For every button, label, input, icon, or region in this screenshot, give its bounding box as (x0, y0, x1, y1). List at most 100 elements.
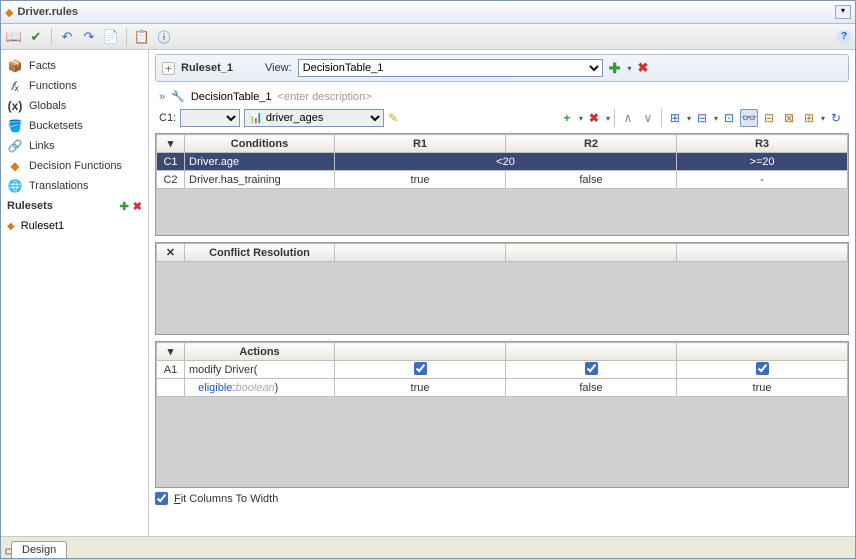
cond-val[interactable]: true (335, 171, 506, 189)
wrench-icon[interactable]: 🔧 (171, 90, 185, 103)
cond-val[interactable]: >=20 (677, 153, 848, 171)
nav-item-decision-functions[interactable]: ◆ Decision Functions (1, 156, 148, 176)
action-check-r3[interactable] (677, 361, 848, 379)
ruleset-name: Ruleset_1 (181, 62, 233, 74)
table-header-row: ▾ Conditions R1 R2 R3 (157, 135, 848, 153)
glasses-icon[interactable]: 👓 (740, 109, 758, 127)
validate-list-icon[interactable]: 📋 (133, 28, 151, 46)
add-view-button[interactable]: ✚ (609, 60, 621, 77)
facts-icon: 📦 (7, 58, 23, 74)
view-label: View: (265, 62, 292, 74)
tab-gutter: ⊏ (3, 545, 11, 558)
fit-row: Fit Columns To Width (155, 492, 849, 505)
action-param-row[interactable]: eligible:boolean) true false true (157, 379, 848, 397)
dictionary-icon[interactable]: 📖 (5, 28, 23, 46)
conditions-table: ▾ Conditions R1 R2 R3 C1 Driver.age <20 … (155, 133, 849, 236)
import-icon[interactable]: 📄 (102, 28, 120, 46)
param-cell[interactable]: eligible:boolean) (185, 379, 335, 397)
condition-select[interactable] (180, 109, 240, 127)
help-icon[interactable]: ? (837, 30, 851, 44)
refresh-button[interactable]: ↻ (827, 109, 845, 127)
condition-row-c2[interactable]: C2 Driver.has_training true false - (157, 171, 848, 189)
delete-ruleset-button[interactable]: ✖ (133, 200, 142, 213)
functions-icon: 𝑓ₓ (7, 78, 23, 94)
param-val[interactable]: true (677, 379, 848, 397)
top-toolbar: 📖 ✔ ↶ ↷ 📄 📋 ⓘ ? (1, 24, 855, 50)
links-icon: 🔗 (7, 138, 23, 154)
undo-icon[interactable]: ↶ (58, 28, 76, 46)
conflict-table: ✕ Conflict Resolution (155, 242, 849, 335)
edit-icon[interactable]: ✎ (388, 111, 398, 125)
dt-header: » 🔧 DecisionTable_1 <enter description> (155, 88, 849, 105)
minimize-button[interactable]: ▾ (835, 5, 851, 19)
action-check-r1[interactable] (335, 361, 506, 379)
move-up-button[interactable]: ∧ (619, 109, 637, 127)
view-select[interactable]: DecisionTable_1 (298, 59, 603, 77)
dt-toolbar: +▾ ✖▾ ∧ ∨ ⊞▾ ⊟▾ ⊡ 👓 ⊟ ⊠ ⊞▾ ↻ (558, 109, 845, 127)
cond-name[interactable]: Driver.age (185, 153, 335, 171)
bucketsets-icon: 🪣 (7, 118, 23, 134)
nav-item-functions[interactable]: 𝑓ₓ Functions (1, 76, 148, 96)
nav-item-globals[interactable]: (x) Globals (1, 96, 148, 116)
ruleset-icon: ◆ (7, 221, 15, 232)
more-button[interactable]: ⊞ (800, 109, 818, 127)
action-check-r2[interactable] (506, 361, 677, 379)
actions-header: Actions (185, 343, 335, 361)
nav-label: Globals (29, 100, 66, 112)
add-button[interactable]: + (558, 109, 576, 127)
col-r3[interactable]: R3 (677, 135, 848, 153)
conflict-header: Conflict Resolution (185, 244, 335, 262)
design-tab[interactable]: Design (11, 541, 67, 558)
cond-val[interactable]: false (506, 171, 677, 189)
add-ruleset-button[interactable]: ✚ (120, 200, 129, 213)
nav-item-translations[interactable]: 🌐 Translations (1, 176, 148, 196)
action-row-a1[interactable]: A1 modify Driver( (157, 361, 848, 379)
nav-label: Links (29, 140, 55, 152)
conflict-close[interactable]: ✕ (157, 244, 185, 262)
cond-val-merged[interactable]: <20 (335, 153, 677, 171)
globals-icon: (x) (7, 98, 23, 114)
overlap-button[interactable]: ⊟ (693, 109, 711, 127)
gap-button[interactable]: ⊞ (666, 109, 684, 127)
cond-name[interactable]: Driver.has_training (185, 171, 335, 189)
nav-label: Translations (29, 180, 89, 192)
bottom-tabs: ⊏ Design (1, 536, 855, 558)
ruleset-bar: + Ruleset_1 View: DecisionTable_1 ✚▾ ✖ (155, 54, 849, 82)
nav-label: Bucketsets (29, 120, 83, 132)
fit-columns-label: Fit Columns To Width (174, 493, 278, 505)
validate-icon[interactable]: ✔ (27, 28, 45, 46)
left-nav: 📦 Facts 𝑓ₓ Functions (x) Globals 🪣 Bucke… (1, 50, 149, 536)
conflict-button[interactable]: ⊠ (780, 109, 798, 127)
dt-name: DecisionTable_1 (191, 91, 272, 103)
ruleset-item[interactable]: ◆ Ruleset1 (1, 216, 148, 236)
c1-label: C1: (159, 112, 176, 124)
window-title: Driver.rules (17, 6, 78, 18)
col-r1[interactable]: R1 (335, 135, 506, 153)
split-button[interactable]: ⊡ (720, 109, 738, 127)
nav-item-links[interactable]: 🔗 Links (1, 136, 148, 156)
nav-item-facts[interactable]: 📦 Facts (1, 56, 148, 76)
menu-header[interactable]: ▾ (157, 343, 185, 361)
col-r2[interactable]: R2 (506, 135, 677, 153)
collapse-button[interactable]: » (159, 91, 165, 103)
cond-val[interactable]: - (677, 171, 848, 189)
param-val[interactable]: false (506, 379, 677, 397)
action-name[interactable]: modify Driver( (185, 361, 335, 379)
action-id: A1 (157, 361, 185, 379)
expand-button[interactable]: + (162, 62, 175, 75)
info-icon[interactable]: ⓘ (155, 28, 173, 46)
main-area: + Ruleset_1 View: DecisionTable_1 ✚▾ ✖ »… (149, 50, 855, 536)
move-down-button[interactable]: ∨ (639, 109, 657, 127)
bucketset-select[interactable]: 📊 driver_ages (244, 109, 384, 127)
nav-item-bucketsets[interactable]: 🪣 Bucketsets (1, 116, 148, 136)
delete-button[interactable]: ✖ (585, 109, 603, 127)
redo-icon[interactable]: ↷ (80, 28, 98, 46)
menu-header[interactable]: ▾ (157, 135, 185, 153)
param-val[interactable]: true (335, 379, 506, 397)
dt-description[interactable]: <enter description> (278, 91, 372, 103)
filter-row: C1: 📊 driver_ages ✎ +▾ ✖▾ ∧ ∨ ⊞▾ ⊟▾ ⊡ 👓 … (155, 107, 849, 129)
delete-view-button[interactable]: ✖ (637, 60, 648, 76)
fit-columns-checkbox[interactable] (155, 492, 168, 505)
condition-row-c1[interactable]: C1 Driver.age <20 >=20 (157, 153, 848, 171)
merge-button[interactable]: ⊟ (760, 109, 778, 127)
